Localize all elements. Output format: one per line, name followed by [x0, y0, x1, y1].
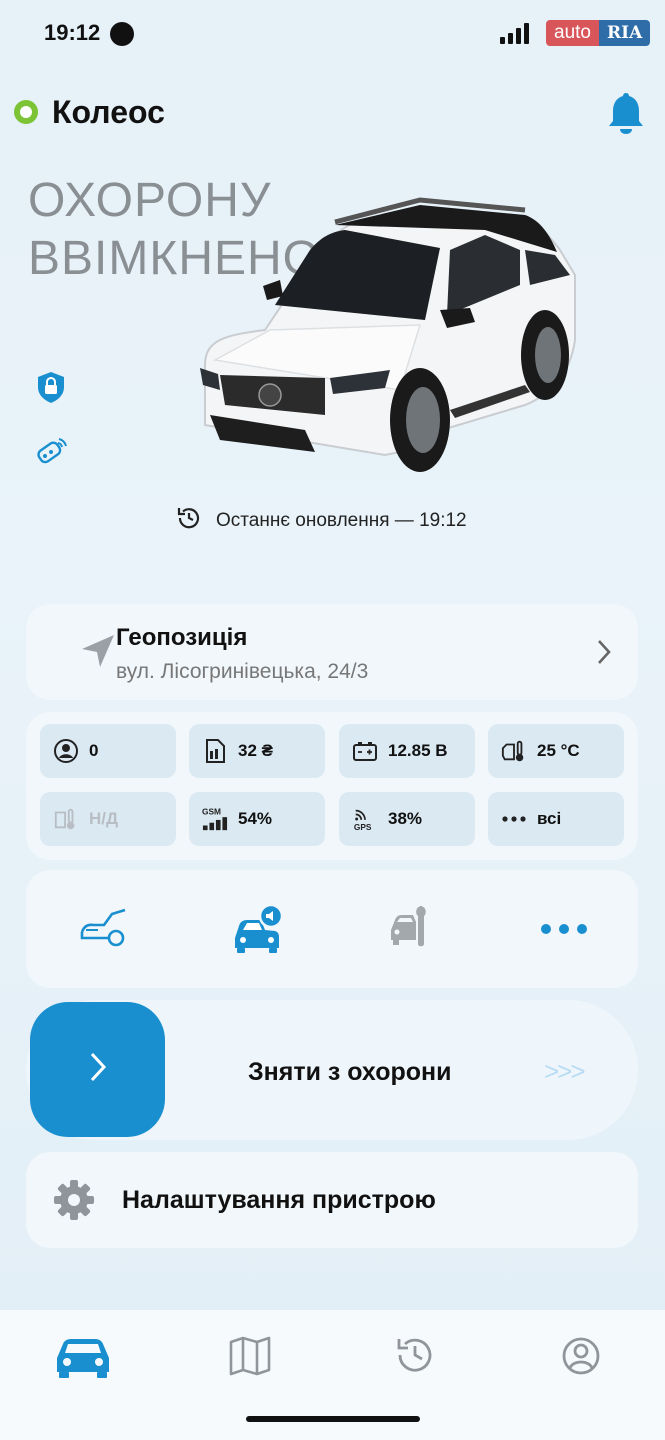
online-status-icon	[14, 100, 38, 124]
status-bar: 19:12 auto RIA	[0, 0, 665, 70]
last-update-label: Останнє оновлення — 19:12	[216, 510, 467, 531]
tile-gsm[interactable]: GSM 54%	[189, 792, 325, 846]
fuel-temperature-icon	[53, 806, 79, 832]
tile-fuel-temp[interactable]: Н/Д	[40, 792, 176, 846]
status-time: 19:12	[44, 20, 101, 45]
geolocation-title: Геопозиція	[116, 624, 248, 651]
quick-actions-card	[26, 870, 638, 988]
swipe-hint-arrows: >>>	[544, 1056, 586, 1086]
tile-gps-value: 38%	[388, 809, 423, 828]
device-settings-label: Налаштування пристрою	[122, 1186, 436, 1214]
watermark: auto RIA	[546, 20, 651, 46]
cellular-signal-icon	[500, 22, 529, 44]
trunk-icon[interactable]	[78, 900, 130, 955]
disarm-label: Зняти з охорони	[248, 1058, 452, 1086]
gps-signal-icon: GPS	[352, 806, 378, 832]
tile-users-value: 0	[89, 741, 99, 760]
tile-users[interactable]: 0	[40, 724, 176, 778]
tile-temperature[interactable]: 25 °C	[488, 724, 624, 778]
car-image	[200, 197, 576, 472]
tile-fuel-temp-value: Н/Д	[89, 809, 119, 828]
more-icon[interactable]	[540, 922, 590, 941]
tile-all-value: всі	[537, 809, 562, 828]
last-update: Останнє оновлення — 19:12	[176, 505, 467, 537]
tile-balance[interactable]: 32 ₴	[189, 724, 325, 778]
gear-icon	[52, 1178, 96, 1227]
disarm-slider-handle[interactable]	[30, 1002, 165, 1137]
tile-battery-value: 12.85 В	[388, 741, 448, 760]
tile-gps[interactable]: GPS 38%	[339, 792, 475, 846]
gsm-signal-icon: GSM	[202, 806, 228, 832]
geolocation-card[interactable]: Геопозиція вул. Лісогринівецька, 24/3	[26, 604, 638, 700]
lock-shield-icon[interactable]	[34, 370, 68, 409]
tile-balance-value: 32 ₴	[238, 741, 273, 760]
geolocation-address: вул. Лісогринівецька, 24/3	[116, 660, 369, 683]
chevron-right-icon	[87, 1050, 109, 1089]
car-alarm-sound-icon[interactable]	[231, 903, 284, 961]
key-fob-icon[interactable]	[34, 434, 70, 475]
car-tab-icon[interactable]	[54, 1332, 112, 1385]
watermark-ria: RIA	[598, 20, 651, 46]
home-indicator[interactable]	[246, 1416, 420, 1422]
header: Колеос	[0, 88, 665, 138]
tile-gsm-value: 54%	[238, 809, 273, 828]
map-tab-icon[interactable]	[229, 1336, 271, 1381]
svg-text:GSM: GSM	[202, 806, 221, 816]
watermark-auto: auto	[546, 20, 599, 46]
history-icon	[176, 505, 202, 537]
profile-tab-icon[interactable]	[561, 1336, 601, 1381]
bell-icon[interactable]	[606, 91, 646, 140]
sim-card-icon	[202, 738, 228, 764]
navigation-arrow-icon	[78, 631, 118, 676]
battery-icon	[352, 738, 378, 764]
car-service-icon[interactable]	[389, 900, 433, 955]
history-tab-icon[interactable]	[394, 1334, 436, 1381]
chevron-right-icon	[594, 638, 614, 671]
recording-indicator-icon	[110, 22, 134, 46]
device-settings-card[interactable]: Налаштування пристрою	[26, 1152, 638, 1248]
user-circle-icon	[53, 738, 79, 764]
telemetry-card: 0 32 ₴ 12.85 В 25 °C Н/Д GSM 54% GPS 38%…	[26, 712, 638, 860]
tile-battery[interactable]: 12.85 В	[339, 724, 475, 778]
more-dots-icon	[501, 806, 527, 832]
svg-text:GPS: GPS	[354, 822, 372, 832]
tile-all[interactable]: всі	[488, 792, 624, 846]
engine-temperature-icon	[501, 738, 527, 764]
tile-temperature-value: 25 °C	[537, 741, 580, 760]
car-name[interactable]: Колеос	[52, 94, 165, 131]
